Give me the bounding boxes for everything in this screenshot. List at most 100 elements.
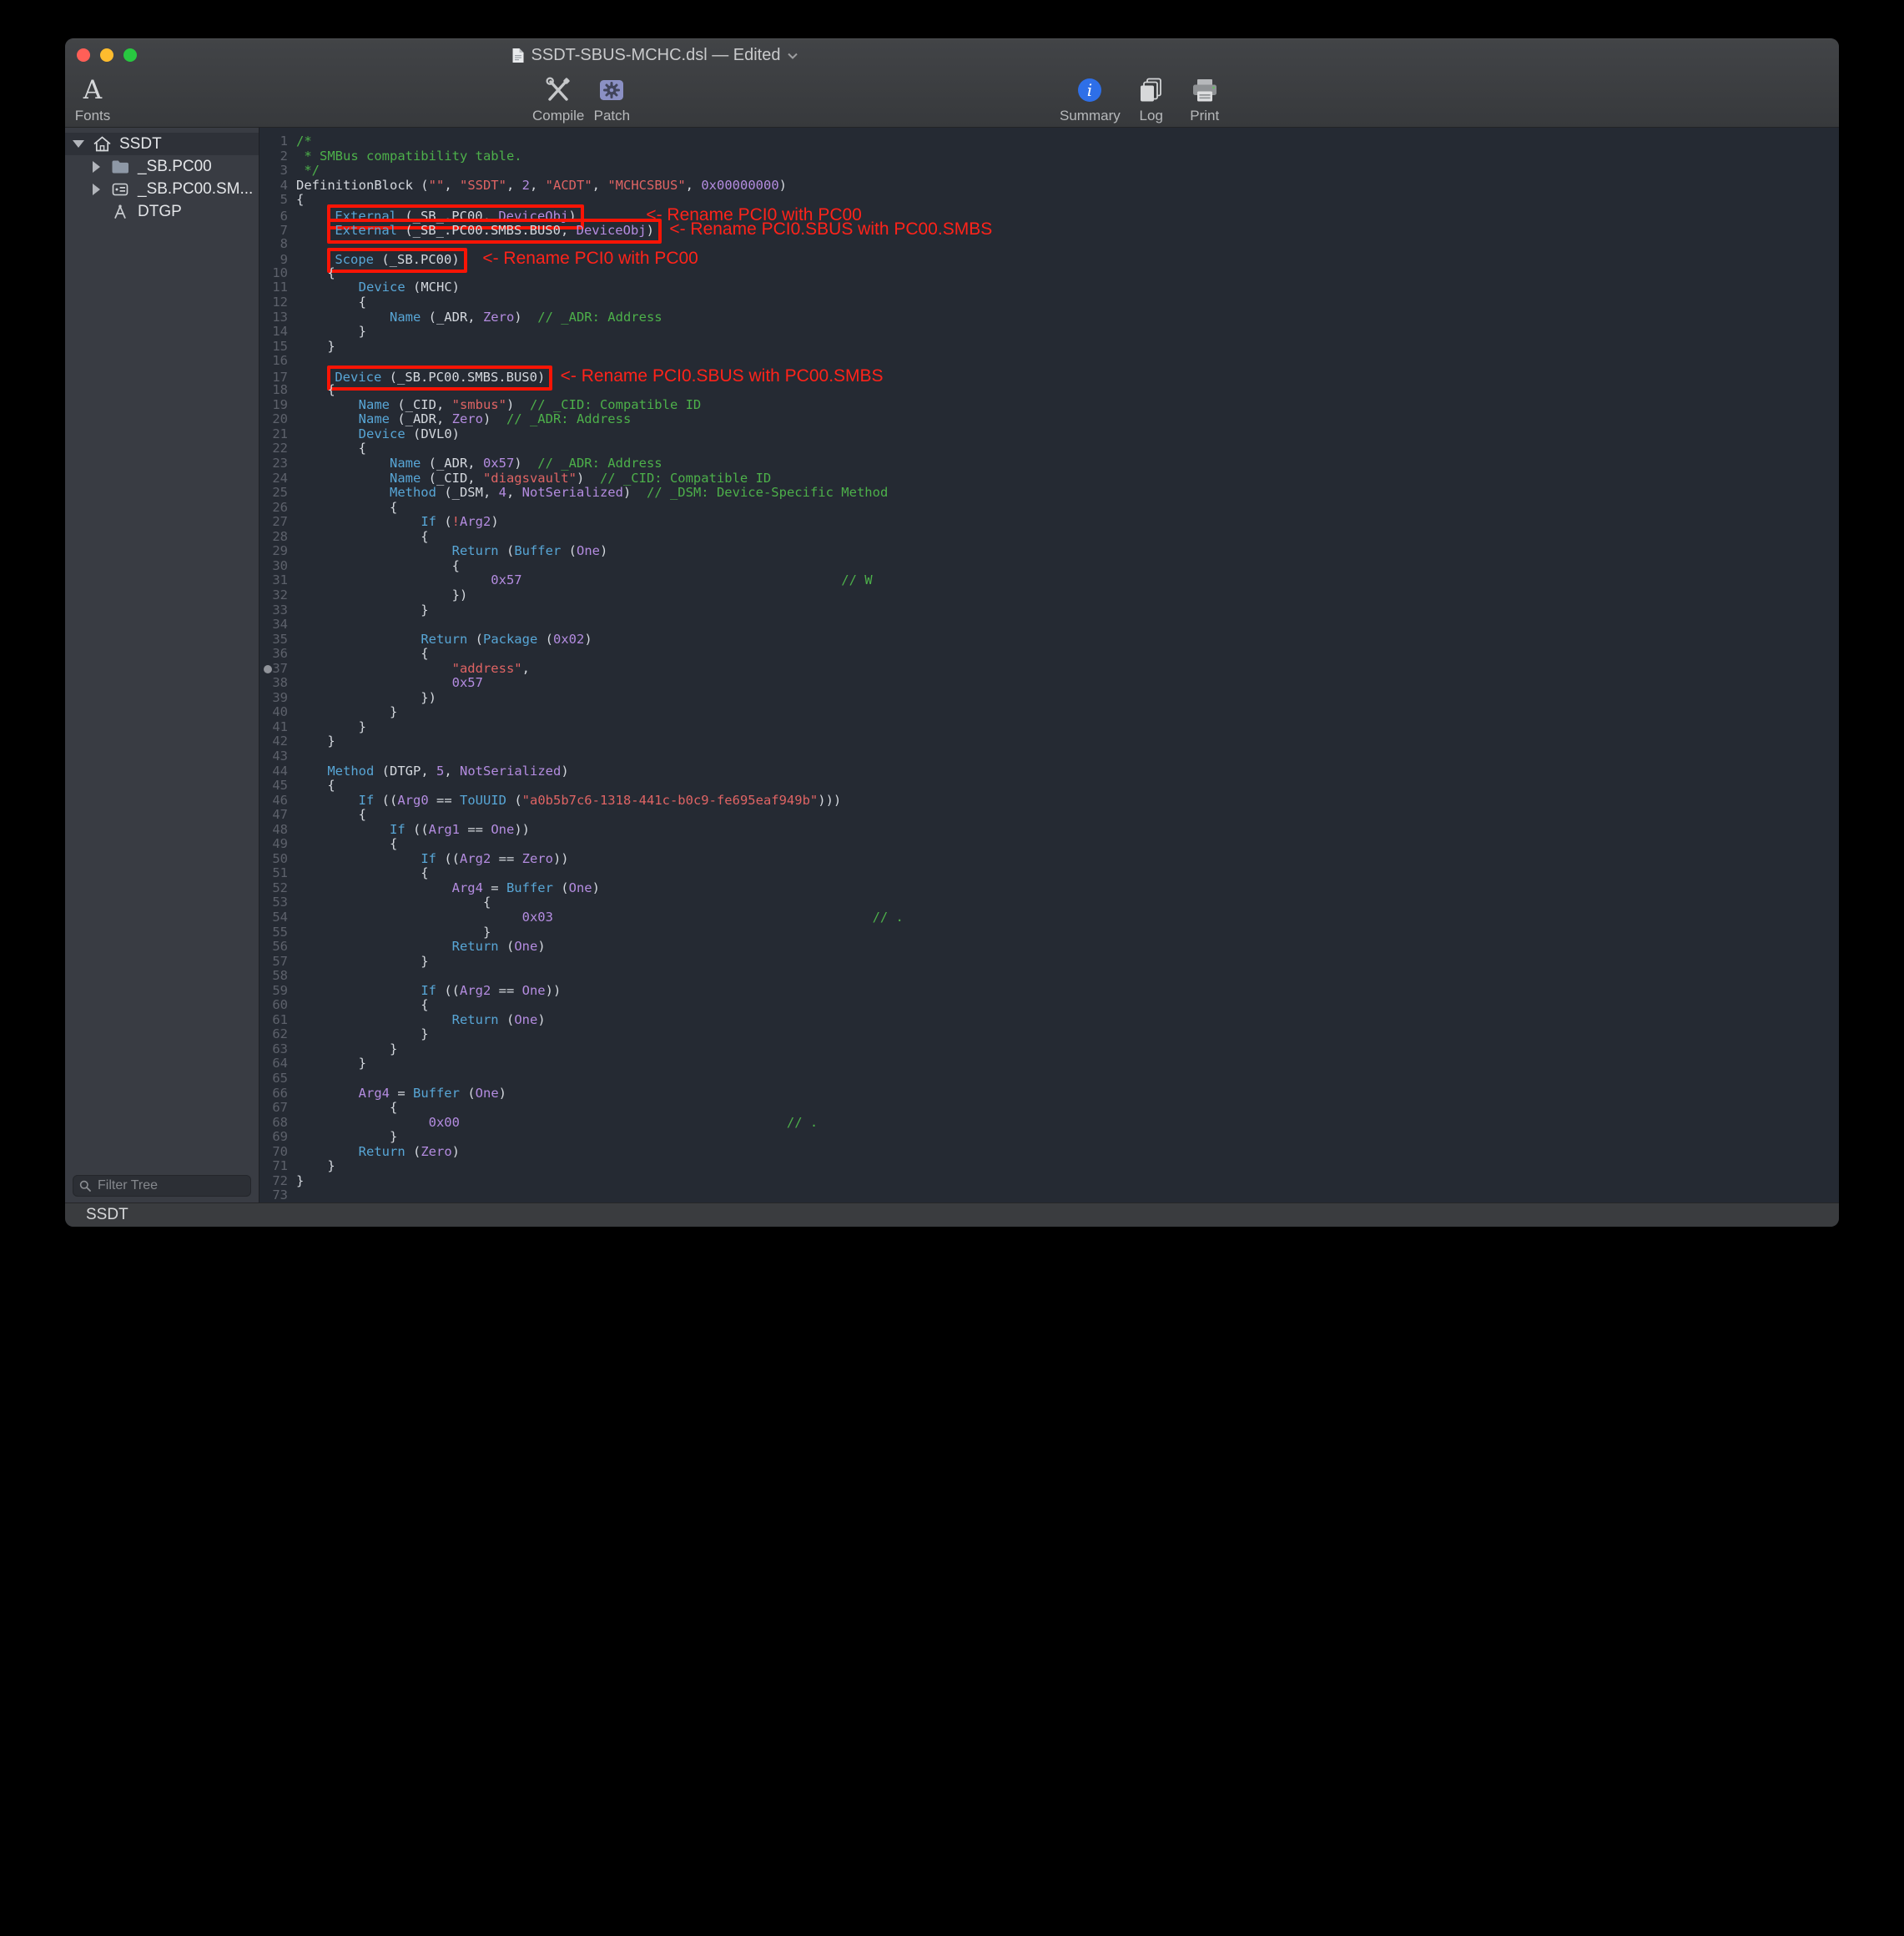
method-icon [110,204,130,220]
code-line: 50 If ((Arg2 == Zero)) [259,852,1839,867]
code-line: 47 { [259,808,1839,823]
code-line: 24 Name (_CID, "diagsvault") // _CID: Co… [259,471,1839,487]
code-line-text: If (!Arg2) [296,514,499,529]
summary-info-icon: i [1076,74,1103,106]
line-number: 54 [259,910,288,925]
code-line-text: If ((Arg1 == One)) [296,822,530,837]
filter-tree-field[interactable] [73,1175,251,1197]
code-line: 34 [259,618,1839,633]
code-line-text: 0x57 // W [296,572,873,587]
fonts-button[interactable]: A Fonts [70,74,115,124]
code-line-text: */ [296,163,320,178]
code-line-text: /* [296,134,312,149]
status-bar: SSDT [65,1202,1839,1227]
line-number: 30 [259,559,288,574]
code-line: 1 /* [259,134,1839,149]
code-line: 53 { [259,895,1839,910]
code-line-text: Method (_DSM, 4, NotSerialized) // _DSM:… [296,485,888,500]
code-line-text: { [296,192,304,207]
sidebar-item-sb-pc00[interactable]: _SB.PC00 [65,155,259,178]
line-number: 62 [259,1027,288,1042]
code-line: 65 [259,1071,1839,1086]
code-line: 62 } [259,1027,1839,1042]
code-line-text: } [296,1026,429,1041]
line-number: 1 [259,134,288,149]
code-editor-lines: 1/*2 * SMBus compatibility table.3 */4De… [259,128,1839,1202]
window-title-area[interactable]: SSDT-SBUS-MCHC.dsl — Edited [512,38,798,72]
svg-text:i: i [1087,80,1092,100]
code-line: 49 { [259,837,1839,852]
close-button[interactable] [77,48,90,62]
line-number: 21 [259,427,288,442]
code-line-text: { [296,646,429,661]
line-number: 39 [259,691,288,706]
line-number: 52 [259,881,288,896]
filter-row [65,1175,259,1202]
compile-tools-icon [543,74,573,106]
code-line: 31 0x57 // W [259,573,1839,588]
line-number: 38 [259,676,288,691]
compile-label: Compile [532,108,584,124]
code-line-text: { [296,997,429,1012]
line-marker-dot [264,665,272,673]
summary-button[interactable]: i Summary [1060,74,1121,124]
filter-tree-input[interactable] [96,1177,244,1194]
code-line: 39 }) [259,691,1839,706]
line-number: 51 [259,866,288,881]
line-number: 57 [259,955,288,970]
line-number: 14 [259,325,288,340]
patch-button[interactable]: Patch [589,74,634,124]
code-line: 69 } [259,1130,1839,1145]
code-line: 29 Return (Buffer (One) [259,544,1839,559]
disclosure-right-icon[interactable] [90,161,103,173]
code-editor[interactable]: 1/*2 * SMBus compatibility table.3 */4De… [259,128,1839,1202]
sidebar: SSDT _SB.PC00 [65,128,259,1202]
log-button[interactable]: Log [1129,74,1174,124]
code-line-text: } [296,954,429,969]
print-button[interactable]: Print [1182,74,1227,124]
line-number: 29 [259,544,288,559]
code-line: 28 { [259,530,1839,545]
code-line: 19 Name (_CID, "smbus") // _CID: Compati… [259,398,1839,413]
code-line: 57 } [259,955,1839,970]
line-number: 16 [259,354,288,369]
minimize-button[interactable] [100,48,113,62]
code-line: 70 Return (Zero) [259,1145,1839,1160]
code-line-text: } [296,339,335,354]
device-icon [110,182,130,197]
disclosure-right-icon[interactable] [90,184,103,195]
code-line: 60 { [259,998,1839,1013]
zoom-button[interactable] [123,48,137,62]
code-line: 52 Arg4 = Buffer (One) [259,881,1839,896]
line-number: 31 [259,573,288,588]
code-line-text: { [296,265,335,280]
code-line-text: } [296,704,397,719]
code-line: 68 0x00 // . [259,1116,1839,1131]
code-line-text: } [296,324,366,339]
sidebar-item-ssdt[interactable]: SSDT [65,133,259,155]
code-line-text: Return (One) [296,939,546,954]
disclosure-down-icon[interactable] [72,140,84,148]
sidebar-item-sb-pc00-smbs[interactable]: _SB.PC00.SM... [65,178,259,200]
line-number: 60 [259,998,288,1013]
code-line-text: Device (MCHC) [296,280,460,295]
code-line-text: * SMBus compatibility table. [296,149,522,164]
compile-button[interactable]: Compile [532,74,584,124]
code-line: 67 { [259,1101,1839,1116]
sidebar-item-dtgp[interactable]: DTGP [65,200,259,223]
line-number: 48 [259,823,288,838]
code-line: 44 Method (DTGP, 5, NotSerialized) [259,764,1839,779]
line-number: 65 [259,1071,288,1086]
line-number: 28 [259,530,288,545]
line-number: 53 [259,895,288,910]
line-number: 46 [259,794,288,809]
fonts-icon: A [83,74,102,106]
line-number: 47 [259,808,288,823]
code-line: 9 Scope (_SB.PC00) <- Rename PCI0 with P… [259,251,1839,266]
code-line-text: { [296,500,397,515]
code-line: 64 } [259,1056,1839,1071]
log-label: Log [1140,108,1163,124]
code-line: 25 Method (_DSM, 4, NotSerialized) // _D… [259,486,1839,501]
line-number: 22 [259,441,288,456]
code-line: 72} [259,1174,1839,1189]
